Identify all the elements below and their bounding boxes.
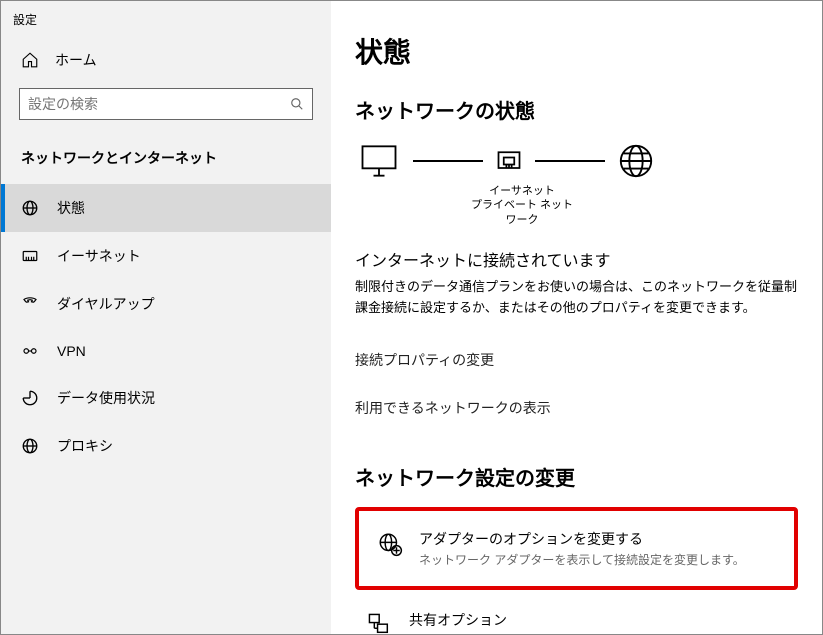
diagram-line [413, 160, 483, 162]
home-icon [21, 51, 39, 69]
settings-window: 設定 ホーム ネットワークとインターネット [0, 0, 823, 635]
sidebar-item-label: データ使用状況 [57, 388, 155, 408]
setting-sharing-options[interactable]: 共有オプション 接続先のネットワークについて、共有するものを指定します。 [355, 600, 798, 634]
dialup-icon [21, 295, 39, 313]
adapter-name: イーサネット [467, 184, 577, 198]
network-status-title: ネットワークの状態 [355, 95, 798, 124]
setting-desc: 接続先のネットワークについて、共有するものを指定します。 [409, 632, 743, 634]
diagram-center [495, 147, 523, 175]
data-usage-icon [21, 389, 39, 407]
sidebar-item-status[interactable]: 状態 [1, 184, 331, 232]
diagram-labels: イーサネット プライベート ネットワーク [467, 184, 577, 227]
diagram-line [535, 160, 605, 162]
setting-adapter-options[interactable]: アダプターのオプションを変更する ネットワーク アダプターを表示して接続設定を変… [365, 519, 788, 578]
sidebar-item-dialup[interactable]: ダイヤルアップ [1, 280, 331, 328]
sidebar-item-ethernet[interactable]: イーサネット [1, 232, 331, 280]
sidebar-item-label: VPN [57, 343, 86, 359]
ethernet-icon [21, 247, 39, 265]
highlighted-adapter-options: アダプターのオプションを変更する ネットワーク アダプターを表示して接続設定を変… [355, 507, 798, 590]
globe-icon [617, 142, 655, 180]
adapter-options-icon [377, 531, 403, 557]
sidebar-nav: 状態 イーサネット ダイヤルアップ [1, 184, 331, 470]
sidebar: 設定 ホーム ネットワークとインターネット [1, 1, 331, 634]
sidebar-item-label: プロキシ [57, 436, 113, 456]
network-type: プライベート ネットワーク [467, 198, 577, 227]
home-label: ホーム [55, 50, 97, 70]
setting-title: 共有オプション [409, 610, 743, 630]
search-box[interactable] [19, 88, 313, 120]
setting-desc: ネットワーク アダプターを表示して接続設定を変更します。 [419, 551, 745, 568]
page-title: 状態 [355, 31, 798, 71]
status-icon [21, 199, 39, 217]
sidebar-item-label: ダイヤルアップ [57, 294, 155, 314]
settings-change-title: ネットワーク設定の変更 [355, 462, 798, 491]
link-available-networks[interactable]: 利用できるネットワークの表示 [355, 398, 551, 418]
search-input[interactable] [28, 96, 290, 112]
sidebar-item-proxy[interactable]: プロキシ [1, 422, 331, 470]
sidebar-item-label: 状態 [57, 198, 85, 218]
search-icon [290, 97, 304, 111]
connected-description: 制限付きのデータ通信プランをお使いの場合は、このネットワークを従量制課金接続に設… [355, 277, 798, 319]
network-diagram [355, 142, 798, 180]
proxy-icon [21, 437, 39, 455]
connected-heading: インターネットに接続されています [355, 247, 798, 271]
sidebar-item-label: イーサネット [57, 246, 141, 266]
setting-title: アダプターのオプションを変更する [419, 529, 745, 549]
sidebar-category: ネットワークとインターネット [1, 136, 331, 184]
window-title: 設定 [1, 7, 331, 38]
sharing-options-icon [367, 612, 393, 634]
computer-icon [357, 142, 401, 180]
ethernet-adapter-icon [495, 147, 523, 175]
vpn-icon [21, 342, 39, 360]
main-content: 状態 ネットワークの状態 [331, 1, 822, 634]
sidebar-home[interactable]: ホーム [1, 38, 331, 82]
sidebar-item-vpn[interactable]: VPN [1, 328, 331, 374]
sidebar-item-datausage[interactable]: データ使用状況 [1, 374, 331, 422]
link-connection-properties[interactable]: 接続プロパティの変更 [355, 350, 494, 370]
